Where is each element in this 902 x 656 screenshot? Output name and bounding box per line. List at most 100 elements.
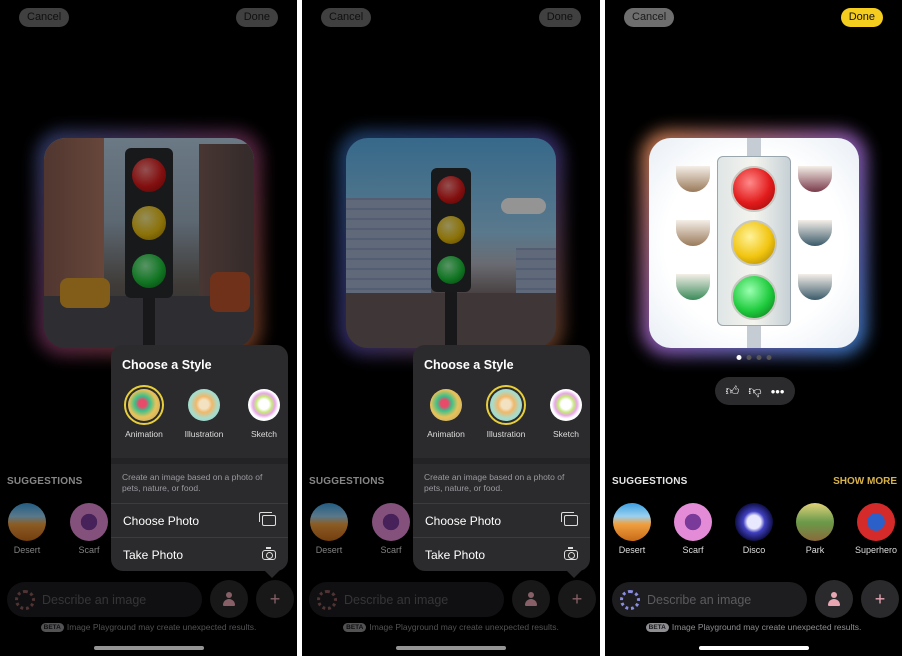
- page-dot[interactable]: [766, 355, 771, 360]
- choose-photo-label: Choose Photo: [123, 513, 200, 528]
- suggestion-label: Disco: [742, 545, 766, 555]
- suggestion-label: Scarf: [380, 545, 402, 555]
- popover-description: Create an image based on a photo of pets…: [413, 458, 590, 495]
- prompt-input-bar[interactable]: [7, 582, 202, 617]
- photos-icon: [259, 512, 276, 526]
- disco-thumbnail: [735, 503, 773, 541]
- add-person-button[interactable]: [815, 580, 853, 618]
- cancel-button[interactable]: Cancel: [624, 8, 675, 27]
- screen-sketch-result: Cancel Done 👍︎ 👎︎ ••• SUGGESTIONS SHOW M…: [605, 0, 902, 656]
- add-button[interactable]: +: [861, 580, 899, 618]
- suggestion-label: Desert: [618, 545, 646, 555]
- disclaimer: BETA Image Playground may create unexpect…: [0, 622, 297, 632]
- suggestions-heading: SUGGESTIONS: [612, 476, 688, 487]
- describe-image-input[interactable]: [344, 592, 494, 607]
- suggestion-superhero[interactable]: Superhero: [855, 503, 897, 555]
- more-icon[interactable]: •••: [771, 384, 785, 399]
- home-indicator[interactable]: [396, 646, 506, 650]
- style-thumbnail: [184, 385, 224, 425]
- generated-image[interactable]: [346, 138, 556, 348]
- describe-image-input[interactable]: [42, 592, 192, 607]
- describe-image-input[interactable]: [647, 592, 797, 607]
- desert-thumbnail: [613, 503, 651, 541]
- page-dot[interactable]: [746, 355, 751, 360]
- take-photo-option[interactable]: Take Photo: [111, 537, 288, 571]
- suggestion-label: Scarf: [682, 545, 704, 555]
- popover-description: Create an image based on a photo of pets…: [111, 458, 288, 495]
- photos-icon: [561, 512, 578, 526]
- choose-photo-option[interactable]: Choose Photo: [413, 503, 590, 537]
- suggestion-label: Scarf: [78, 545, 100, 555]
- style-label: Illustration: [184, 429, 224, 439]
- park-thumbnail: [796, 503, 834, 541]
- disclaimer: BETA Image Playground may create unexpect…: [605, 622, 902, 632]
- page-dot[interactable]: [756, 355, 761, 360]
- traffic-light-image-sketch: [649, 138, 859, 348]
- suggestion-desert[interactable]: Desert: [7, 503, 47, 555]
- style-animation[interactable]: Animation: [121, 385, 167, 439]
- style-illustration[interactable]: Illustration: [181, 385, 227, 439]
- thumbs-down-icon[interactable]: 👎︎: [748, 383, 761, 399]
- prompt-input-bar[interactable]: [612, 582, 807, 617]
- suggestion-scarf[interactable]: Scarf: [673, 503, 713, 555]
- add-button[interactable]: +: [256, 580, 294, 618]
- person-icon: [524, 592, 538, 606]
- home-indicator[interactable]: [698, 646, 809, 650]
- image-page-indicator[interactable]: [736, 355, 771, 360]
- take-photo-option[interactable]: Take Photo: [413, 537, 590, 571]
- style-label: Illustration: [486, 429, 526, 439]
- style-thumbnail: [486, 385, 526, 425]
- show-more-link[interactable]: SHOW MORE: [833, 476, 897, 487]
- choose-photo-option[interactable]: Choose Photo: [111, 503, 288, 537]
- suggestions-heading: SUGGESTIONS: [7, 476, 83, 487]
- style-thumbnail: [244, 385, 284, 425]
- screen-animation-style-picker: Cancel Done SUGGESTIONS Desert Scarf + B…: [0, 0, 297, 656]
- suggestion-scarf[interactable]: Scarf: [69, 503, 109, 555]
- generated-image[interactable]: [649, 138, 859, 348]
- style-sketch[interactable]: Sketch: [241, 385, 287, 439]
- camera-icon: [262, 546, 276, 560]
- generated-image[interactable]: [44, 138, 254, 348]
- cancel-button[interactable]: Cancel: [321, 8, 372, 27]
- style-illustration[interactable]: Illustration: [483, 385, 529, 439]
- home-indicator[interactable]: [93, 646, 204, 650]
- page-dot[interactable]: [736, 355, 741, 360]
- style-options: Animation Illustration Sketch: [121, 385, 287, 439]
- suggestion-park[interactable]: Park: [795, 503, 835, 555]
- done-button[interactable]: Done: [840, 8, 883, 27]
- screen-illustration-style-picker: Cancel Done SUGGESTIONS Desert Scarf + B…: [302, 0, 600, 656]
- suggestion-label: Desert: [315, 545, 343, 555]
- style-sketch[interactable]: Sketch: [543, 385, 589, 439]
- feedback-bar: 👍︎ 👎︎ •••: [715, 377, 795, 405]
- beta-badge: BETA: [40, 623, 64, 632]
- take-photo-label: Take Photo: [123, 547, 184, 562]
- camera-icon: [564, 546, 578, 560]
- take-photo-label: Take Photo: [425, 547, 486, 562]
- suggestion-disco[interactable]: Disco: [734, 503, 774, 555]
- done-button[interactable]: Done: [235, 8, 278, 27]
- style-thumbnail: [124, 385, 164, 425]
- style-animation[interactable]: Animation: [423, 385, 469, 439]
- beta-badge: BETA: [645, 623, 669, 632]
- traffic-light-image-animation: [44, 138, 254, 348]
- suggestion-label: Desert: [13, 545, 41, 555]
- prompt-input-bar[interactable]: [309, 582, 504, 617]
- traffic-light-image-illustration: [346, 138, 556, 348]
- beta-badge: BETA: [343, 623, 367, 632]
- suggestion-desert[interactable]: Desert: [612, 503, 652, 555]
- suggestion-scarf[interactable]: Scarf: [371, 503, 411, 555]
- image-playground-icon: [317, 589, 337, 610]
- add-button[interactable]: +: [558, 580, 596, 618]
- suggestions-list: Desert Scarf: [7, 503, 109, 555]
- done-button[interactable]: Done: [538, 8, 581, 27]
- person-icon: [827, 592, 841, 606]
- suggestion-desert[interactable]: Desert: [309, 503, 349, 555]
- desert-thumbnail: [310, 503, 348, 541]
- style-popover: Choose a Style Animation Illustration Sk…: [413, 345, 590, 578]
- add-person-button[interactable]: [210, 580, 248, 618]
- add-person-button[interactable]: [512, 580, 550, 618]
- cancel-button[interactable]: Cancel: [19, 8, 70, 27]
- thumbs-up-icon[interactable]: 👍︎: [726, 383, 740, 399]
- disclaimer-text: Image Playground may create unexpected r…: [671, 622, 862, 632]
- style-label: Sketch: [251, 429, 277, 439]
